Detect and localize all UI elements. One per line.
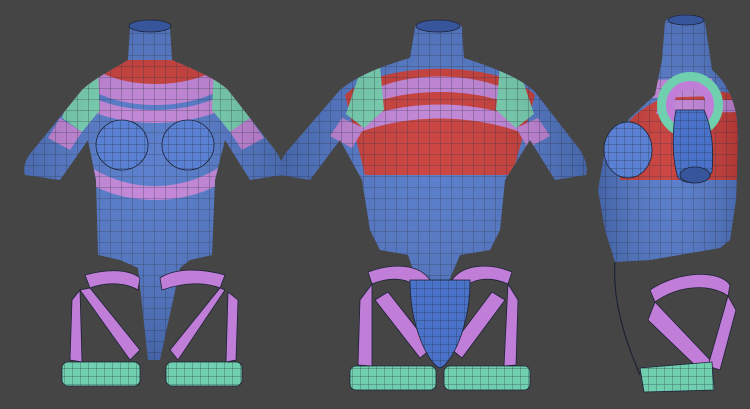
viewport-canvas xyxy=(24,14,739,393)
front-view-figure xyxy=(24,19,284,387)
back-view-figure xyxy=(279,19,587,391)
3d-viewport[interactable] xyxy=(0,0,750,409)
side-leg-straps xyxy=(613,261,737,393)
back-leg-straps xyxy=(349,265,531,391)
side-view-figure xyxy=(598,14,739,393)
